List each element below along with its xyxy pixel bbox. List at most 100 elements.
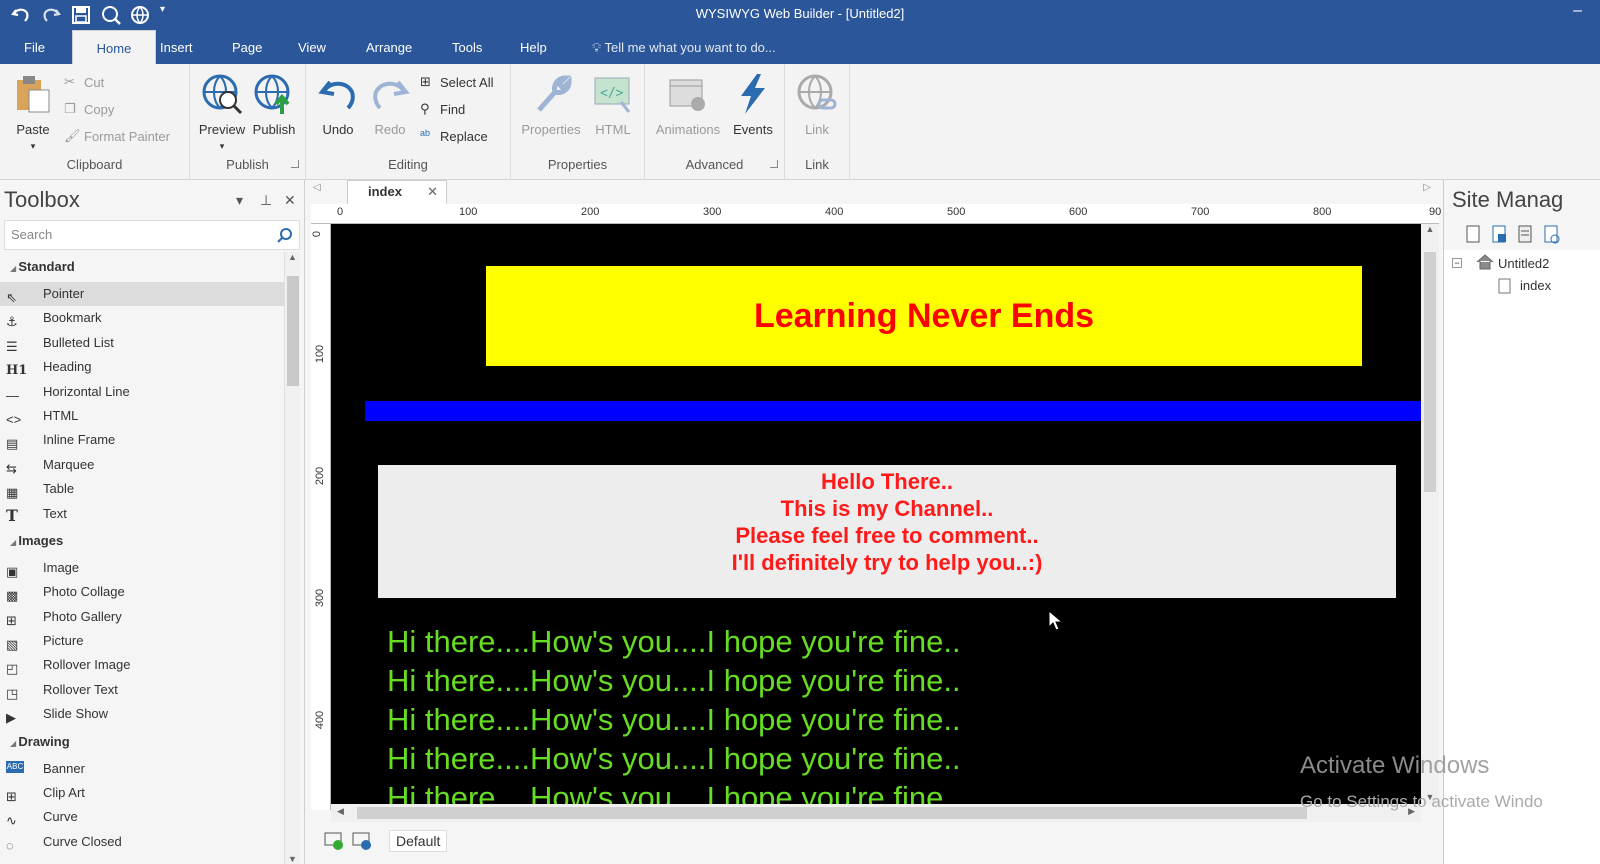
find-button[interactable]: ⚲ Find bbox=[420, 101, 465, 117]
tool-photo-gallery[interactable]: ⊞ Photo Gallery bbox=[0, 605, 284, 629]
toolbox-panel: Toolbox ▾ ⊥ ✕ Search Standard ⇖Pointer ⚓… bbox=[0, 180, 305, 864]
horizontal-line[interactable] bbox=[365, 401, 1421, 421]
tool-clip-art[interactable]: ⊞ Clip Art bbox=[0, 781, 284, 805]
tool-rollover-text[interactable]: ◳ Rollover Text bbox=[0, 678, 284, 702]
message-line: Hello There.. bbox=[820, 469, 954, 494]
breakpoint-default[interactable]: Default bbox=[389, 830, 448, 852]
tool-pointer[interactable]: ⇖ Pointer bbox=[0, 282, 284, 307]
toolbox-dropdown-icon[interactable]: ▾ bbox=[236, 180, 243, 220]
close-icon[interactable]: ✕ bbox=[284, 180, 296, 220]
tool-bookmark[interactable]: ⚓︎ Bookmark bbox=[0, 306, 284, 330]
tab-scroll-left-icon[interactable]: ◁ bbox=[313, 182, 321, 193]
tool-horizontal-line[interactable]: — Horizontal Line bbox=[0, 380, 284, 404]
scroll-thumb[interactable] bbox=[287, 276, 299, 386]
tab-scroll-right-icon[interactable]: ▷ bbox=[1423, 182, 1431, 193]
page-properties-icon[interactable] bbox=[1490, 224, 1508, 244]
new-page-icon[interactable] bbox=[1464, 224, 1482, 244]
tool-photo-collage[interactable]: ▩ Photo Collage bbox=[0, 580, 284, 604]
canvas-horizontal-scrollbar[interactable]: ◀ ▶ bbox=[331, 804, 1421, 822]
marquee-line: Hi there....How's you....I hope you're f… bbox=[387, 780, 961, 804]
tool-text[interactable]: T Text bbox=[0, 502, 284, 526]
page-canvas[interactable]: Learning Never Ends Hello There.. This i… bbox=[331, 224, 1421, 804]
scroll-thumb[interactable] bbox=[1424, 252, 1436, 492]
tool-rollover-image[interactable]: ◰ Rollover Image bbox=[0, 653, 284, 677]
link-button[interactable]: Link bbox=[789, 70, 845, 137]
ruler-tick: 300 bbox=[314, 588, 327, 608]
toolbox-search-input[interactable]: Search bbox=[4, 220, 300, 250]
cut-button[interactable]: ✂ Cut bbox=[64, 74, 104, 90]
replace-button[interactable]: ab Replace bbox=[420, 128, 488, 144]
pin-icon[interactable]: ⊥ bbox=[260, 180, 272, 220]
scroll-left-icon[interactable]: ◀ bbox=[337, 806, 344, 817]
scroll-thumb[interactable] bbox=[357, 807, 1307, 819]
tab-view[interactable]: View bbox=[282, 30, 342, 64]
advanced-label: Advanced bbox=[685, 157, 744, 172]
tell-me-search[interactable]: 💡︎ Tell me what you want to do... bbox=[592, 30, 776, 66]
tool-slide-show[interactable]: ▶︎ Slide Show bbox=[0, 702, 284, 726]
publish-dialog-launcher[interactable] bbox=[291, 160, 299, 168]
tool-curve-closed[interactable]: ◌ Curve Closed bbox=[0, 830, 284, 854]
format-painter-button[interactable]: 🖌︎ Format Painter bbox=[64, 128, 170, 144]
canvas-vertical-scrollbar[interactable]: ▲ ▼ bbox=[1421, 224, 1439, 804]
link-group: Link Link bbox=[785, 64, 850, 180]
category-standard[interactable]: Standard bbox=[0, 252, 284, 282]
tool-marquee[interactable]: ⇆ Marquee bbox=[0, 453, 284, 477]
list-icon: ☰ bbox=[6, 338, 18, 354]
marquee-text[interactable]: Hi there....How's you....I hope you're f… bbox=[387, 622, 1087, 804]
tab-arrange[interactable]: Arrange bbox=[350, 30, 428, 64]
category-drawing[interactable]: Drawing bbox=[0, 727, 284, 757]
minimize-button[interactable]: – bbox=[1573, 2, 1582, 20]
animations-button[interactable]: Animations bbox=[651, 70, 725, 137]
tab-file[interactable]: File bbox=[8, 30, 61, 64]
tab-insert[interactable]: Insert bbox=[144, 30, 209, 64]
tool-inline-frame[interactable]: ▤ Inline Frame bbox=[0, 428, 284, 452]
category-images[interactable]: Images bbox=[0, 526, 284, 556]
add-breakpoint-icon[interactable] bbox=[323, 830, 345, 852]
tab-tools[interactable]: Tools bbox=[436, 30, 498, 64]
tool-html[interactable]: <> HTML bbox=[0, 404, 284, 428]
tool-curve[interactable]: ∿ Curve bbox=[0, 805, 284, 829]
properties-button[interactable]: Properties bbox=[517, 70, 585, 137]
select-all-button[interactable]: ⊞ Select All bbox=[420, 74, 493, 90]
svg-text:</>: </> bbox=[600, 86, 624, 101]
edit-breakpoint-icon[interactable] bbox=[351, 830, 373, 852]
copy-button[interactable]: ❐ Copy bbox=[64, 101, 114, 117]
banner-text[interactable]: Learning Never Ends bbox=[486, 266, 1362, 366]
undo-button[interactable]: Undo bbox=[310, 70, 366, 137]
close-tab-icon[interactable]: ✕ bbox=[427, 181, 438, 203]
paste-button[interactable]: Paste ▾ bbox=[5, 70, 61, 152]
clipboard-group: Paste ▾ ✂ Cut ❐ Copy 🖌︎ Format Painter Clipb… bbox=[0, 64, 190, 180]
gallery-icon: ⊞ bbox=[6, 612, 17, 628]
html-button[interactable]: </> HTML bbox=[585, 70, 641, 137]
tree-root-untitled2[interactable]: Untitled2 bbox=[1498, 256, 1549, 271]
tool-image[interactable]: ▣ Image bbox=[0, 556, 284, 580]
toolbox-scrollbar[interactable]: ▲ ▼ bbox=[284, 252, 300, 864]
page-list-icon[interactable] bbox=[1516, 224, 1534, 244]
properties-group: Properties </> HTML Properties bbox=[511, 64, 645, 180]
collapse-icon[interactable]: − bbox=[1452, 258, 1462, 268]
tool-heading[interactable]: H1 Heading bbox=[0, 355, 284, 379]
tree-page-index[interactable]: index bbox=[1520, 278, 1551, 293]
tool-picture[interactable]: ▧ Picture bbox=[0, 629, 284, 653]
tool-banner[interactable]: ABC Banner bbox=[0, 757, 284, 781]
events-button[interactable]: Events bbox=[725, 70, 781, 137]
tool-bulleted-list[interactable]: ☰ Bulleted List bbox=[0, 331, 284, 355]
page-link-icon[interactable] bbox=[1542, 224, 1560, 244]
message-text-box[interactable]: Hello There.. This is my Channel.. Pleas… bbox=[378, 465, 1396, 598]
tab-page[interactable]: Page bbox=[216, 30, 278, 64]
curve-icon: ∿ bbox=[6, 813, 17, 829]
publish-button[interactable]: Publish bbox=[246, 70, 302, 137]
scroll-up-icon[interactable]: ▲ bbox=[1421, 224, 1439, 234]
doc-tab-index[interactable]: index ✕ bbox=[347, 180, 447, 204]
preview-button[interactable]: Preview ▾ bbox=[194, 70, 250, 152]
advanced-dialog-launcher[interactable] bbox=[770, 160, 778, 168]
tab-help[interactable]: Help bbox=[504, 30, 563, 64]
pointer-icon: ⇖ bbox=[6, 290, 17, 305]
home-icon bbox=[1476, 254, 1494, 273]
scroll-up-icon[interactable]: ▲ bbox=[285, 252, 300, 262]
tool-table[interactable]: ▦ Table bbox=[0, 477, 284, 501]
redo-button[interactable]: Redo bbox=[362, 70, 418, 137]
scroll-down-icon[interactable]: ▼ bbox=[285, 854, 300, 864]
toolbox-list: Standard ⇖Pointer ⚓︎Bookmark ☰Bulleted L… bbox=[0, 252, 284, 864]
ribbon: Paste ▾ ✂ Cut ❐ Copy 🖌︎ Format Painter Clipb… bbox=[0, 64, 1600, 180]
